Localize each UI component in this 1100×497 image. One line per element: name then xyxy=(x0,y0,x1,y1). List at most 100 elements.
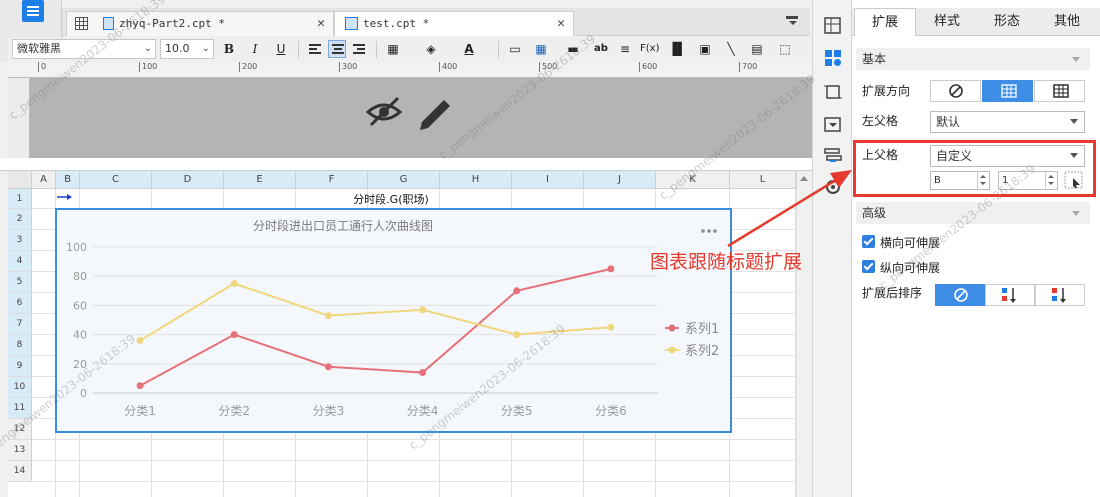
bar-chart-icon[interactable]: ▐▌ xyxy=(668,40,686,58)
italic-icon[interactable]: I xyxy=(246,40,264,58)
column-header[interactable]: G xyxy=(368,171,440,189)
tab-form[interactable]: 形态 xyxy=(976,8,1038,36)
font-size-value: 10.0 xyxy=(165,42,190,55)
row-header[interactable]: 10 xyxy=(8,377,32,398)
column-header[interactable]: H xyxy=(440,171,512,189)
column-header[interactable]: D xyxy=(152,171,224,189)
align-right-icon[interactable] xyxy=(350,40,368,58)
column-header[interactable]: E xyxy=(224,171,296,189)
expand-horizontal-button[interactable] xyxy=(1034,80,1085,102)
sort-descending-button[interactable] xyxy=(1035,284,1085,306)
bold-icon[interactable]: B xyxy=(220,40,238,58)
expand-none-button[interactable] xyxy=(930,80,981,102)
insert-cell-icon[interactable]: ▭ xyxy=(506,40,524,58)
slash-icon[interactable]: ╲ xyxy=(722,40,740,58)
border-icon[interactable]: ▦ xyxy=(384,40,402,58)
app-menu-icon[interactable] xyxy=(22,0,44,22)
collapse-chevron-icon xyxy=(1072,211,1080,216)
sort-descending-icon xyxy=(1052,288,1066,303)
select-all-corner[interactable] xyxy=(8,171,32,189)
column-header[interactable]: C xyxy=(80,171,152,189)
data-point xyxy=(419,306,427,314)
font-color-icon[interactable]: A xyxy=(460,40,478,58)
row-header[interactable]: 7 xyxy=(8,314,32,335)
fill-color-icon[interactable]: ◈ xyxy=(422,40,440,58)
section-basic[interactable]: 基本 xyxy=(856,48,1090,70)
align-center-icon[interactable] xyxy=(328,40,346,58)
column-header[interactable]: I xyxy=(512,171,584,189)
expand-vertical-button[interactable] xyxy=(982,80,1033,102)
row-header[interactable]: 4 xyxy=(8,251,32,272)
section-title: 基本 xyxy=(862,52,887,66)
tab-other[interactable]: 其他 xyxy=(1036,8,1098,36)
row-header[interactable]: 6 xyxy=(8,293,32,314)
document-tab-bar: zhyq-Part2.cpt * ✕ test.cpt * ✕ xyxy=(62,8,810,36)
row-header[interactable]: 2 xyxy=(8,209,32,230)
subreport-icon[interactable]: ▤ xyxy=(748,40,766,58)
column-header[interactable]: L xyxy=(730,171,796,189)
report-designer-window: zhyq-Part2.cpt * ✕ test.cpt * ✕ 微软雅黑 ⌄ 1… xyxy=(0,0,1100,497)
merge-icon[interactable]: ▬ xyxy=(564,40,582,58)
text-icon[interactable]: ab xyxy=(592,40,610,58)
more-icon[interactable]: ⬚ xyxy=(776,40,794,58)
close-tab-icon[interactable]: ✕ xyxy=(317,12,325,35)
condition-attribute-icon[interactable] xyxy=(824,116,842,134)
vertical-expand-icon xyxy=(1001,84,1017,98)
cell-element-icon[interactable] xyxy=(824,83,842,101)
annotation-callout: 图表跟随标题扩展 xyxy=(650,251,803,273)
no-sort-icon xyxy=(954,288,968,302)
tab-style[interactable]: 样式 xyxy=(916,8,978,36)
report-sheet-grid[interactable]: A B C D E F G H I J K L 1 2 3 4 5 6 7 8 9 10 11 12 13 14 分时段.G(职场… xyxy=(8,171,796,497)
row-header[interactable]: 11 xyxy=(8,398,32,419)
formula-icon[interactable]: F(x) xyxy=(640,40,659,58)
column-header[interactable]: F xyxy=(296,171,368,189)
cell-attribute-icon[interactable] xyxy=(824,17,842,35)
row-header[interactable]: 3 xyxy=(8,230,32,251)
align-left-icon[interactable] xyxy=(306,40,324,58)
row-header[interactable]: 12 xyxy=(8,419,32,440)
row-header[interactable]: 9 xyxy=(8,356,32,377)
section-advanced[interactable]: 高级 xyxy=(856,202,1090,224)
image-icon[interactable]: ▣ xyxy=(696,40,714,58)
row-header[interactable]: 1 xyxy=(8,189,32,209)
tab-expand[interactable]: 扩展 xyxy=(854,8,916,36)
font-family-select[interactable]: 微软雅黑 ⌄ xyxy=(12,39,156,59)
font-size-select[interactable]: 10.0 ⌄ xyxy=(160,39,214,59)
table-icon[interactable]: ▦ xyxy=(532,40,550,58)
page-header-area[interactable] xyxy=(30,78,812,160)
row-header[interactable]: 14 xyxy=(8,461,32,482)
settings-gear-icon[interactable] xyxy=(824,178,842,196)
legend-label: 系列2 xyxy=(685,344,719,359)
paragraph-icon[interactable]: ≡ xyxy=(616,40,634,58)
column-header[interactable]: J xyxy=(584,171,656,189)
line-chart[interactable]: 分时段进出口员工通行人次曲线图 0 20 40 60 80 100 分类1 分类2 分类3 分类4… xyxy=(55,208,732,433)
close-tab-icon[interactable]: ✕ xyxy=(557,12,565,35)
row-header[interactable]: 5 xyxy=(8,272,32,293)
sort-ascending-button[interactable] xyxy=(985,284,1035,306)
title-cell[interactable]: 分时段.G(职场) xyxy=(256,191,526,207)
y-tick-label: 80 xyxy=(73,270,87,283)
y-tick-label: 40 xyxy=(73,329,87,342)
widget-settings-icon[interactable] xyxy=(824,49,842,67)
edit-pencil-icon[interactable] xyxy=(420,100,450,130)
sort-none-button[interactable] xyxy=(935,284,985,306)
horizontal-expandable-checkbox[interactable] xyxy=(862,235,875,248)
tab-test[interactable]: test.cpt * ✕ xyxy=(334,11,574,36)
column-header[interactable]: A xyxy=(32,171,56,189)
left-parent-select[interactable]: 默认 xyxy=(930,111,1085,133)
ruler-tick: 200 xyxy=(239,62,257,72)
sort-ascending-icon xyxy=(1002,288,1016,303)
underline-icon[interactable]: U xyxy=(272,40,290,58)
column-header[interactable]: B xyxy=(56,171,80,189)
tab-list-menu-icon[interactable] xyxy=(786,14,800,28)
hyperlink-icon[interactable] xyxy=(824,147,842,165)
vertical-scrollbar[interactable] xyxy=(796,171,812,497)
row-header[interactable]: 8 xyxy=(8,335,32,356)
row-header[interactable]: 13 xyxy=(8,440,32,461)
ruler-tick: 400 xyxy=(439,62,457,72)
chart-more-icon[interactable] xyxy=(701,229,717,233)
hide-eye-icon[interactable] xyxy=(365,96,403,127)
column-header[interactable]: K xyxy=(656,171,730,189)
vertical-expandable-checkbox[interactable] xyxy=(862,260,875,273)
tab-zhyq-part2[interactable]: zhyq-Part2.cpt * ✕ xyxy=(66,11,334,36)
